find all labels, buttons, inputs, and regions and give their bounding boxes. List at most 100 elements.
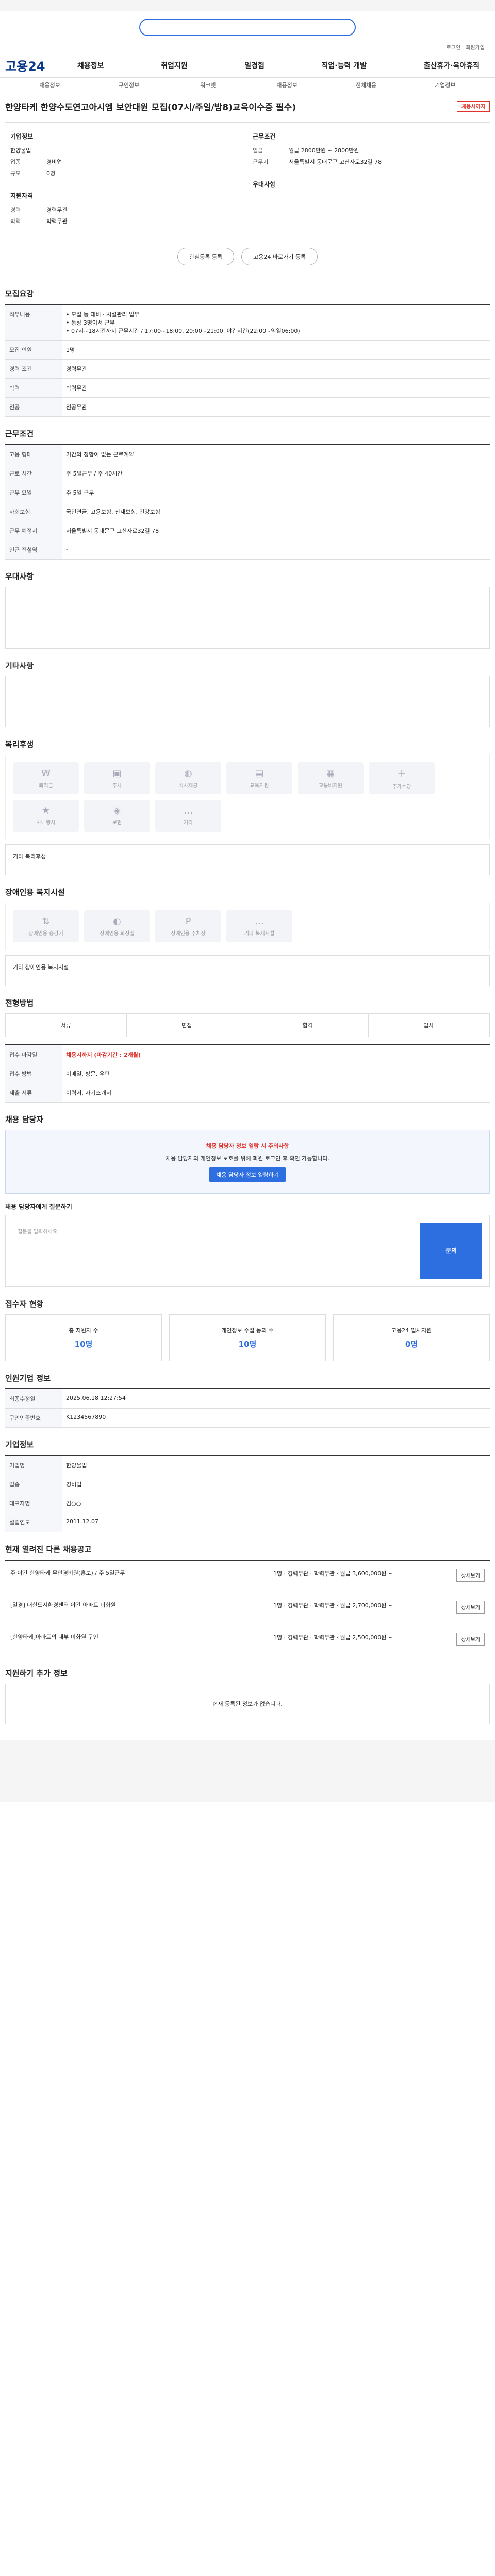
question-box: 질문을 입력하세요. 문의 [5, 1214, 490, 1287]
contact-box: 채용 담당자 정보 열람 시 주의사항 채용 담당자의 개인정보 보호를 위해 … [5, 1129, 490, 1194]
table-row: 근무 예정지 서울특별시 동대문구 고산자로32길 78 [5, 521, 490, 540]
other-job-title[interactable]: 주·야간 한양타케 무인경비원(홍보) / 주 5일근무 [10, 1569, 263, 1584]
util-links: 로그인 회원가입 [0, 43, 495, 53]
method-steps: 서류 면접 합격 입사 [5, 1013, 490, 1037]
table-row: 기업명 한양물업 [5, 1455, 490, 1475]
login-link[interactable]: 로그인 [447, 43, 461, 51]
disabled-note: 기타 장애인용 복지시설 [5, 955, 490, 986]
contact-notice: 채용 담당자 정보 열람 시 주의사항 [206, 1142, 289, 1149]
car-icon: ▣ [112, 768, 122, 779]
applicant-stats: 총 지원자 수 10명 개인정보 수집 동의 수 10명 고용24 입사지원 0명 [5, 1314, 490, 1361]
stat-card: 총 지원자 수 10명 [5, 1314, 162, 1361]
nav-item[interactable]: 출산휴가·육아휴직 [424, 60, 480, 71]
question-submit-button[interactable]: 문의 [420, 1222, 482, 1279]
top-bar [0, 0, 495, 11]
share-job-button[interactable]: 고용24 바로가기 등록 [241, 247, 318, 265]
welfare-item: ▤ 교육지원 [226, 762, 292, 794]
summary-kv: 업종 경비업 [10, 158, 62, 165]
step-item: 합격 [248, 1013, 369, 1037]
job-summary: 기업정보 한양물업 업종 경비업 규모 0명 지원자격 경력 경력무관 학력 학력무관 … [5, 123, 490, 236]
subnav-item[interactable]: 전체채용 [326, 81, 405, 89]
welfare-item: ＋ 추가수당 [369, 762, 435, 794]
book-icon: ▤ [255, 768, 264, 779]
other-job-cond: 1명 · 경력무관 · 학력무관 · 월급 3,600,000원 ~ [273, 1570, 393, 1577]
header: 고용24 채용정보 취업지원 일경험 직업·능력 개발 출산휴가·육아휴직 [0, 53, 495, 78]
parking-icon: P [185, 916, 191, 927]
subnav-item[interactable]: 채용정보 [248, 81, 326, 89]
list-item[interactable]: [한양타케]아파트의 내부 미화원 구인 1명 · 경력무관 · 학력무관 · … [5, 1624, 490, 1656]
search-input[interactable] [139, 19, 356, 36]
subnav-item[interactable]: 채용정보 [10, 81, 89, 89]
signup-link[interactable]: 회원가입 [466, 43, 485, 51]
nav-item[interactable]: 채용정보 [77, 60, 104, 71]
nav-item[interactable]: 취업지원 [161, 60, 188, 71]
summary-company-name: 한양물업 [10, 147, 31, 154]
question-input[interactable]: 질문을 입력하세요. [13, 1222, 415, 1279]
step-item: 입사 [369, 1013, 489, 1037]
table-row: 직무내용 • 모집 등 대비 · 시설관리 업무 • 통상 3명이서 근무 • 0… [5, 304, 490, 341]
section-title: 복리후생 [5, 739, 34, 749]
welfare-icons: ₩ 퇴직금 ▣ 주차 ◍ 식사제공 ▤ 교육지원 ▦ 교통비지원 ＋ 추가수당 ★ 사내행사 … [5, 754, 490, 839]
detail-button[interactable]: 상세보기 [456, 1568, 485, 1582]
bus-icon: ▦ [326, 768, 335, 779]
welfare-item: ◍ 식사제공 [155, 762, 221, 794]
table-row: 근무 요일 주 5일 근무 [5, 483, 490, 502]
section-title: 장애인용 복지시설 [5, 887, 65, 897]
stat-card: 개인정보 수집 동의 수 10명 [169, 1314, 326, 1361]
other-job-cond: 1명 · 경력무관 · 학력무관 · 월급 2,700,000원 ~ [273, 1602, 393, 1609]
plus-icon: ＋ [397, 769, 406, 779]
list-item[interactable]: [일경] 대한도시환경센터 야간 아파트 미화원 1명 · 경력무관 · 학력무… [5, 1592, 490, 1624]
etc-box [5, 675, 490, 727]
subnav-item[interactable]: 기업정보 [406, 81, 485, 89]
summary-heading: 지원자격 [10, 192, 34, 199]
job-title: 한양타케 한양수도연고아시엠 보안대원 모집(07시/주일/밤8)교육이수증 필… [5, 103, 296, 113]
section-title: 지원하기 추가 정보 [5, 1668, 68, 1678]
section-title: 전형방법 [5, 998, 34, 1008]
table-row: 학력 학력무관 [5, 378, 490, 398]
section-title: 채용 담당자 [5, 1114, 44, 1124]
welfare-item: ◈ 보험 [84, 799, 150, 832]
other-job-cond: 1명 · 경력무관 · 학력무관 · 월급 2,500,000원 ~ [273, 1634, 393, 1641]
list-item[interactable]: 주·야간 한양타케 무인경비원(홍보) / 주 5일근무 1명 · 경력무관 ·… [5, 1561, 490, 1592]
event-icon: ★ [41, 805, 51, 816]
subnav-item[interactable]: 워크넷 [169, 81, 248, 89]
summary-kv: 학력 학력무관 [10, 217, 68, 225]
nav-item[interactable]: 일경험 [244, 60, 265, 71]
other-job-title[interactable]: [일경] 대한도시환경센터 야간 아파트 미화원 [10, 1601, 263, 1616]
view-contact-button[interactable]: 채용 담당자 정보 열람하기 [209, 1167, 286, 1182]
section-title: 근무조건 [5, 429, 34, 438]
save-job-button[interactable]: 관심등록 등록 [177, 247, 235, 265]
summary-kv: 규모 0명 [10, 170, 56, 177]
summary-heading: 기업정보 [10, 132, 34, 140]
logo[interactable]: 고용24 [5, 56, 67, 74]
method-table: 접수 마감일 채용시까지 (마감기간 : 2개월) 접수 방법 이메일, 방문, 우… [5, 1044, 490, 1103]
summary-kv: 경력 경력무관 [10, 206, 68, 213]
disabled-item: P 장애인용 주차장 [155, 910, 221, 942]
welfare-item: … 기타 [155, 799, 221, 832]
table-row: 전공 전공무관 [5, 397, 490, 417]
meal-icon: ◍ [184, 768, 192, 779]
section-title: 우대사항 [5, 571, 34, 581]
nav-item[interactable]: 직업·능력 개발 [322, 60, 367, 71]
table-row: 대표자명 김○○ [5, 1494, 490, 1513]
main-nav: 채용정보 취업지원 일경험 직업·능력 개발 출산휴가·육아휴직 [67, 60, 490, 71]
other-jobs-list: 주·야간 한양타케 무인경비원(홍보) / 주 5일근무 1명 · 경력무관 ·… [5, 1559, 490, 1656]
other-job-title[interactable]: [한양타케]아파트의 내부 미화원 구인 [10, 1633, 263, 1648]
section-title: 현재 열려진 다른 채용공고 [5, 1544, 92, 1554]
step-item: 면접 [127, 1013, 248, 1037]
table-row: 인근 전철역 - [5, 540, 490, 560]
section-title: 모집요강 [5, 289, 34, 298]
section-title: 인원기업 정보 [5, 1373, 51, 1383]
detail-button[interactable]: 상세보기 [456, 1632, 485, 1646]
summary-company: 기업정보 한양물업 업종 경비업 규모 0명 지원자격 경력 경력무관 학력 학력무관 [5, 132, 248, 227]
disabled-item: ⇅ 장애인용 승강기 [13, 910, 79, 942]
subnav-item[interactable]: 구인정보 [89, 81, 168, 89]
section-title: 기타사항 [5, 660, 34, 670]
welfare-item: ★ 사내행사 [13, 799, 79, 832]
disabled-icons: ⇅ 장애인용 승강기 ◐ 장애인용 화장실 P 장애인용 주차장 … 기타 복지시설 [5, 902, 490, 950]
detail-button[interactable]: 상세보기 [456, 1600, 485, 1614]
table-row: 최종수정일 2025.06.18 12:27:54 [5, 1388, 490, 1409]
search-row [0, 11, 495, 43]
toilet-icon: ◐ [113, 916, 121, 927]
table-row: 모집 인원 1명 [5, 340, 490, 360]
